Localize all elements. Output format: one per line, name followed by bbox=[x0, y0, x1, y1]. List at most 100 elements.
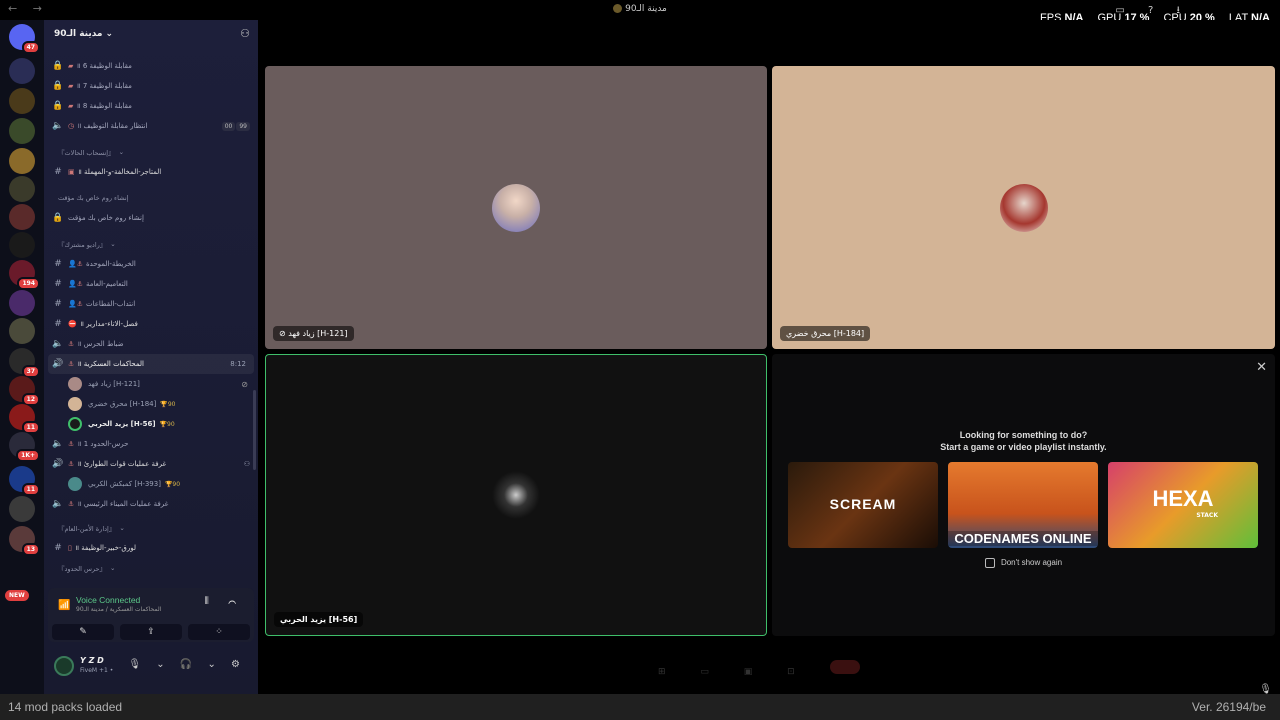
anchor-icon: ⚓ bbox=[68, 360, 75, 368]
avatar[interactable] bbox=[54, 656, 74, 676]
category-radio[interactable]: 『راديو مشترك』 ⌄ bbox=[44, 234, 258, 254]
channel-item[interactable]: 🔈 ⚓ ضباط الحرس ॥ bbox=[44, 334, 258, 354]
channel-item[interactable]: 🔒 إنشاء روم خاص بك مؤقت bbox=[44, 208, 258, 228]
folder-icon[interactable] bbox=[9, 58, 35, 84]
username[interactable]: Y Z D bbox=[80, 656, 104, 665]
close-icon[interactable]: ✕ bbox=[1256, 360, 1267, 375]
channel-item[interactable]: # 👤⚓ التعاميم-العامة bbox=[44, 274, 258, 294]
channel-emoji: ▰ bbox=[68, 102, 74, 110]
server-icon[interactable]: 37 bbox=[9, 348, 40, 378]
channel-item-active[interactable]: 🔊 ⚓ المحاكمات العسكرية ॥ 8:12 bbox=[48, 354, 254, 374]
user-label: كمبكش الكربي [H-393] bbox=[88, 480, 161, 488]
voice-user[interactable]: زياد فهد [H-121] ⊘ bbox=[44, 374, 258, 394]
participant-tile[interactable]: ⊘ زياد فهد [H-121] bbox=[265, 66, 767, 349]
game-card-scream[interactable]: SCREAM bbox=[788, 462, 938, 548]
window-title-text: مدينة الـ90 bbox=[625, 4, 667, 14]
checkbox[interactable] bbox=[984, 558, 995, 568]
category-create[interactable]: إنشاء روم خاص بك مؤقت bbox=[44, 188, 258, 208]
scrollbar[interactable] bbox=[253, 390, 256, 470]
participant-tile[interactable]: محرق خضري [H-184] bbox=[772, 66, 1275, 349]
discord-home-icon[interactable]: 47 bbox=[9, 24, 40, 54]
game-subtitle: STACK bbox=[1196, 512, 1218, 519]
end-call-button[interactable] bbox=[829, 660, 860, 674]
game-card-codenames[interactable]: CODENAMES ONLINE bbox=[948, 462, 1098, 548]
channel-label: إنشاء روم خاص بك مؤقت bbox=[68, 214, 144, 222]
channel-item[interactable]: 🔈 ◷ انتظار مقابلة التوظيف ॥ 00 99 bbox=[44, 116, 258, 136]
channel-item[interactable]: # ▯ لورق-خبير-الوظيفة ॥ bbox=[44, 538, 258, 558]
server-icon[interactable] bbox=[9, 232, 35, 258]
speaker-icon: 🔈 bbox=[52, 439, 64, 449]
chevron-down-icon: ⌄ bbox=[118, 148, 125, 156]
channel-item[interactable]: 🔒 ▰ مقابلة الوظيفة 7 ॥ bbox=[44, 76, 258, 96]
signal-icon[interactable]: 📶 bbox=[58, 600, 70, 611]
game-card-hexa[interactable]: HEXA STACK bbox=[1108, 462, 1258, 548]
notification-badge: 13 bbox=[21, 543, 40, 556]
add-user-icon[interactable]: ⚇ bbox=[240, 27, 250, 40]
user-controls[interactable]: 🎙 ⌄ 🎧 ⌄ ⚙ bbox=[128, 659, 246, 670]
channel-item[interactable]: # 👤⚓ انتداب-القطاعات bbox=[44, 294, 258, 314]
server-icon[interactable]: 11 bbox=[9, 404, 40, 434]
server-icon[interactable] bbox=[9, 176, 35, 202]
channel-label: مقابلة الوظيفة 6 ॥ bbox=[76, 61, 132, 70]
channel-item[interactable]: # ▣ المتاجر-المخالفة-و-المهملة ॥ bbox=[44, 162, 258, 182]
channel-item[interactable]: 🔈 ⚓ غرفة عمليات الميناء الرئيسي ॥ bbox=[44, 494, 258, 514]
server-icon[interactable] bbox=[9, 290, 35, 316]
user-count-b: 99 bbox=[236, 121, 250, 131]
category-label: 『إنسحاب الحالات』 bbox=[58, 149, 115, 157]
avatar bbox=[999, 183, 1048, 232]
voice-user[interactable]: كمبكش الكربي [H-393] 🏆90 bbox=[44, 474, 258, 494]
server-icon[interactable] bbox=[9, 318, 35, 344]
server-icon[interactable]: 12 bbox=[9, 376, 40, 406]
channel-item[interactable]: 🔊 ⚓ غرفة عمليات قوات الطوارئ ॥ ⚇ bbox=[44, 454, 258, 474]
guild-header[interactable]: مدينة الـ90 ⌄ ⚇ bbox=[44, 20, 258, 48]
channel-item[interactable]: # ⛔ فصل-الاتاء-مدارير ॥ bbox=[44, 314, 258, 334]
voice-channel-path[interactable]: المحاكمات العسكرية / مدينة الـ90 bbox=[76, 606, 161, 613]
channel-label: حرس-الحدود 1 ॥ bbox=[77, 439, 129, 448]
avatar bbox=[68, 417, 82, 431]
participant-tile-speaking[interactable]: يزيد الحربي [H-56] bbox=[265, 354, 767, 636]
server-icon[interactable] bbox=[9, 88, 35, 114]
trophy-badge: 🏆90 bbox=[160, 400, 176, 408]
call-controls[interactable]: ⊞ ▭ ▣ ⊡ bbox=[658, 660, 888, 677]
notification-badge: 194 bbox=[17, 277, 40, 290]
hash-icon: # bbox=[54, 299, 62, 309]
category-security[interactable]: 『إدارة الأمن-العام』 ⌄ bbox=[44, 518, 258, 538]
activity-heading: Looking for something to do? bbox=[959, 430, 1088, 440]
channel-label: ضباط الحرس ॥ bbox=[77, 339, 124, 348]
avatar bbox=[492, 471, 540, 519]
channel-item[interactable]: 🔈 ⚓ حرس-الحدود 1 ॥ bbox=[44, 434, 258, 454]
channel-list: 🔒 ▰ مقابلة الوظيفة 6 ॥ 🔒 ▰ مقابلة الوظيفة 7 … bbox=[44, 56, 258, 612]
channel-item[interactable]: 🔒 ▰ مقابلة الوظيفة 8 ॥ bbox=[44, 96, 258, 116]
guild-name: مدينة الـ90 bbox=[54, 29, 103, 39]
category-withdraw[interactable]: 『إنسحاب الحالات』 ⌄ bbox=[44, 142, 258, 162]
voice-user[interactable]: يزيد الحربي [H-56] 🏆90 bbox=[44, 414, 258, 434]
screen-share-button[interactable]: ⇪ bbox=[120, 624, 182, 640]
server-icon[interactable] bbox=[9, 496, 35, 522]
server-icon[interactable]: 13 bbox=[9, 526, 40, 556]
speaker-icon: 🔊 bbox=[52, 459, 64, 469]
channel-label: انتداب-القطاعات bbox=[86, 300, 136, 308]
lock-icon: 🔒 bbox=[52, 213, 64, 223]
voice-user[interactable]: محرق خضري [H-184] 🏆90 bbox=[44, 394, 258, 414]
server-icon[interactable] bbox=[9, 148, 35, 174]
server-icon[interactable] bbox=[9, 204, 35, 230]
server-icon[interactable]: 1K+ bbox=[9, 432, 40, 462]
activities-button[interactable]: ⁘ bbox=[188, 624, 250, 640]
voice-controls[interactable]: ⦀ ⌒ bbox=[205, 596, 245, 607]
hash-icon: # bbox=[54, 319, 62, 329]
channel-item[interactable]: # 👤⚓ الخريطة-الموحدة bbox=[44, 254, 258, 274]
channel-emoji: ▰ bbox=[68, 62, 74, 70]
mic-icon[interactable]: 🎙 bbox=[1259, 684, 1272, 695]
avatar bbox=[68, 377, 82, 391]
camera-off-button[interactable]: ✎ bbox=[52, 624, 114, 640]
dont-show-again[interactable]: Don't show again bbox=[772, 558, 1275, 568]
speaker-icon: 🔈 bbox=[52, 499, 64, 509]
server-icon[interactable]: 11 bbox=[9, 466, 40, 496]
channel-item[interactable]: 🔒 ▰ مقابلة الوظيفة 6 ॥ bbox=[44, 56, 258, 76]
category-border[interactable]: 『حرس الحدود』 ⌄ bbox=[44, 558, 258, 578]
add-user-icon[interactable]: ⚇ bbox=[244, 460, 250, 468]
server-icon[interactable]: 194 bbox=[9, 260, 40, 290]
server-icon[interactable] bbox=[9, 118, 35, 144]
mod-status: 14 mod packs loaded bbox=[8, 700, 123, 714]
anchor-icon: ⚓ bbox=[68, 500, 75, 508]
